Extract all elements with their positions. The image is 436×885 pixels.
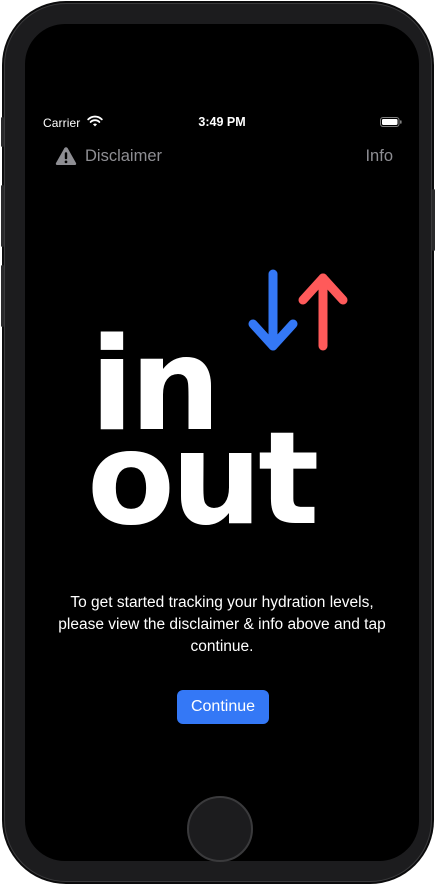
home-button[interactable]	[187, 796, 253, 862]
info-button[interactable]: Info	[365, 147, 393, 166]
arrow-up-icon	[298, 273, 348, 351]
volume-up-button	[1, 185, 4, 247]
mute-switch	[1, 117, 4, 147]
phone-frame: Carrier 3:49 PM Disclaimer Info in out T…	[1, 3, 435, 882]
status-time: 3:49 PM	[198, 115, 246, 129]
disclaimer-button[interactable]: Disclaimer	[55, 146, 162, 166]
disclaimer-label: Disclaimer	[85, 146, 163, 165]
status-bar: Carrier 3:49 PM	[25, 112, 419, 134]
logo-word-out: out	[87, 405, 317, 540]
continue-button[interactable]: Continue	[177, 690, 269, 724]
app-screen: Carrier 3:49 PM Disclaimer Info in out T…	[25, 24, 419, 861]
warning-triangle-icon	[55, 147, 77, 165]
arrow-down-icon	[248, 269, 298, 351]
battery-full-icon	[380, 117, 402, 127]
navigation-bar: Disclaimer Info	[25, 146, 419, 172]
power-button	[432, 189, 435, 251]
onboarding-message: To get started tracking your hydration l…	[58, 594, 386, 655]
in-out-logo: in out	[87, 269, 348, 540]
volume-down-button	[1, 265, 4, 327]
